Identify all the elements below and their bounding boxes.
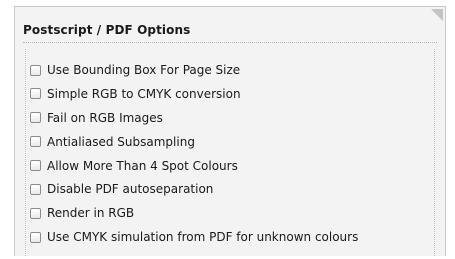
- fail-on-rgb-images-checkbox[interactable]: [30, 112, 41, 124]
- option-label: Render in RGB: [47, 206, 135, 221]
- render-in-rgb-checkbox[interactable]: [30, 207, 41, 219]
- corner-triangle-icon[interactable]: [431, 9, 443, 21]
- option-label: Antialiased Subsampling: [47, 134, 195, 149]
- option-disable-pdf-autoseparation[interactable]: Disable PDF autoseparation: [30, 179, 358, 199]
- option-label: Simple RGB to CMYK conversion: [47, 86, 241, 101]
- disable-pdf-autoseparation-checkbox[interactable]: [30, 183, 41, 195]
- option-render-in-rgb[interactable]: Render in RGB: [30, 203, 358, 223]
- option-label: Allow More Than 4 Spot Colours: [47, 158, 238, 173]
- option-use-cmyk-simulation[interactable]: Use CMYK simulation from PDF for unknown…: [30, 227, 358, 247]
- allow-more-spot-colours-checkbox[interactable]: [30, 160, 41, 172]
- simple-rgb-to-cmyk-checkbox[interactable]: [30, 88, 41, 100]
- postscript-pdf-options-panel: Postscript / PDF Options Use Bounding Bo…: [14, 6, 446, 256]
- title-divider: [23, 42, 437, 43]
- antialiased-subsampling-checkbox[interactable]: [30, 136, 41, 148]
- option-fail-on-rgb-images[interactable]: Fail on RGB Images: [30, 108, 358, 128]
- panel-title: Postscript / PDF Options: [23, 23, 191, 37]
- option-label: Use CMYK simulation from PDF for unknown…: [47, 230, 359, 245]
- use-bounding-box-checkbox[interactable]: [30, 64, 41, 76]
- option-use-bounding-box[interactable]: Use Bounding Box For Page Size: [30, 60, 358, 80]
- option-label: Use Bounding Box For Page Size: [47, 63, 241, 77]
- option-allow-more-spot-colours[interactable]: Allow More Than 4 Spot Colours: [30, 156, 358, 176]
- option-label: Disable PDF autoseparation: [47, 182, 214, 197]
- option-label: Fail on RGB Images: [47, 110, 163, 125]
- option-simple-rgb-to-cmyk[interactable]: Simple RGB to CMYK conversion: [30, 84, 358, 104]
- option-antialiased-subsampling[interactable]: Antialiased Subsampling: [30, 132, 358, 152]
- options-list: Use Bounding Box For Page Size Simple RG…: [30, 60, 358, 251]
- use-cmyk-simulation-checkbox[interactable]: [30, 231, 41, 243]
